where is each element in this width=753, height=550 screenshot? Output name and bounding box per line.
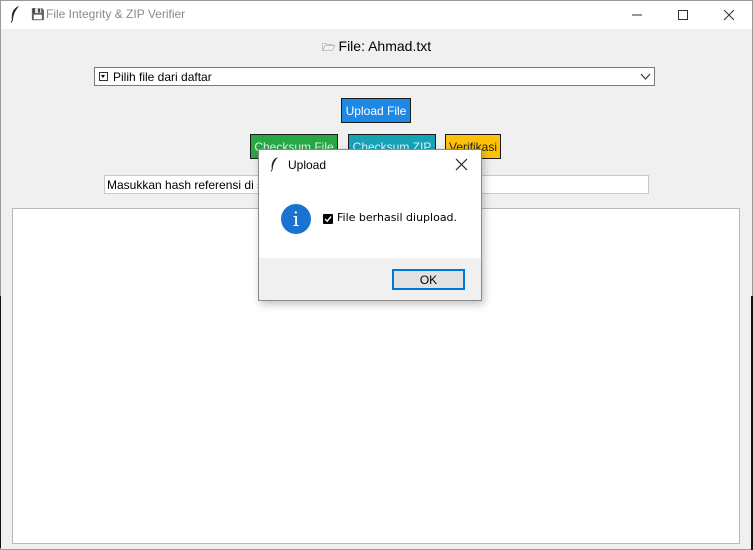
upload-file-button[interactable]: Upload File — [341, 98, 411, 123]
title-bar[interactable]: 💾 File Integrity & ZIP Verifier — [1, 1, 752, 29]
dialog-feather-icon — [270, 156, 279, 172]
selected-file-label: 🗁 File: Ahmad.txt — [1, 38, 752, 58]
dialog-title-bar[interactable]: Upload — [259, 150, 481, 180]
dialog-message: File berhasil diupload. — [337, 211, 458, 224]
background-edge — [0, 296, 1, 548]
file-select-dropdown[interactable]: Pilih file dari daftar — [94, 67, 655, 86]
close-icon — [723, 9, 735, 21]
dialog-body: i File berhasil diupload. — [259, 180, 481, 258]
folder-icon: 🗁 — [321, 42, 336, 54]
dialog-title: Upload — [288, 158, 327, 172]
selected-file-text: File: Ahmad.txt — [338, 38, 432, 54]
app-feather-icon — [10, 6, 19, 23]
dialog-close-icon[interactable] — [455, 158, 468, 171]
maximize-icon — [678, 10, 688, 20]
maximize-button[interactable] — [660, 1, 706, 29]
info-icon: i — [281, 204, 311, 234]
minimize-icon — [632, 14, 642, 16]
dropdown-menu-icon — [99, 72, 108, 81]
upload-dialog: Upload i File berhasil diupload. OK — [258, 149, 482, 301]
close-button[interactable] — [706, 1, 752, 29]
minimize-button[interactable] — [614, 1, 660, 29]
window-title: File Integrity & ZIP Verifier — [46, 7, 186, 21]
file-select-value: Pilih file dari daftar — [113, 70, 212, 84]
chevron-down-icon[interactable] — [640, 71, 651, 82]
ok-button[interactable]: OK — [392, 269, 465, 290]
lock-file-icon: 💾 — [31, 8, 45, 21]
checkmark-icon — [323, 214, 333, 224]
